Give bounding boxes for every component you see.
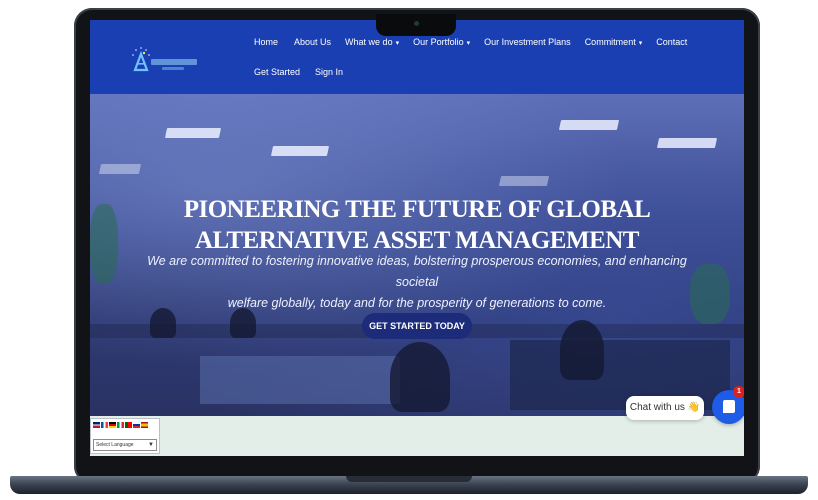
chat-unread-badge: 1 [733,386,744,398]
get-started-today-button[interactable]: GET STARTED TODAY [362,313,472,339]
flag-fr-icon[interactable] [101,422,108,428]
language-select-value: Select Language [96,442,134,448]
nav-home[interactable]: Home [254,37,278,47]
nav-menu-row-2: Get Started Sign In [254,67,343,77]
laptop-base-lip [346,476,472,482]
ceiling-light [558,120,620,130]
nav-commitment-label: Commitment [584,37,636,47]
nav-home-label: Home [254,37,279,47]
chevron-down-icon: ▼ [148,442,154,448]
nav-about-label: About Us [294,37,332,47]
nav-investment-label: Our Investment Plans [484,37,571,47]
ceiling-light [270,146,330,156]
language-select[interactable]: Select Language ▼ [93,439,157,451]
flag-list [93,422,148,428]
nav-portfolio-label: Our Portfolio [413,37,464,47]
website-screen: Home About Us What we do ▾ Our Portfolio ▾… [90,20,744,456]
hero-title-line-1: PIONEERING THE FUTURE OF GLOBAL [183,196,651,223]
nav-contact[interactable]: Contact [656,37,687,47]
chat-with-us-bubble[interactable]: Chat with us 👋 [626,396,704,420]
chat-icon [723,400,735,413]
office-person [390,342,450,412]
chevron-down-icon: ▾ [395,40,400,47]
hero-title: PIONEERING THE FUTURE OF GLOBAL ALTERNAT… [90,194,744,256]
hero-section: PIONEERING THE FUTURE OF GLOBAL ALTERNAT… [90,94,744,416]
nav-sign-in[interactable]: Sign In [315,67,343,77]
flag-pt-icon[interactable] [125,422,132,428]
nav-commitment[interactable]: Commitment ▾ [585,37,643,47]
camera-icon [414,21,419,26]
office-desk [200,356,400,404]
ceiling-light [498,176,550,186]
office-person [560,320,604,380]
nav-contact-label: Contact [656,37,688,47]
flag-es-icon[interactable] [141,422,148,428]
nav-get-started[interactable]: Get Started [254,67,300,77]
flag-uk-icon[interactable] [93,422,100,428]
nav-get-started-label: Get Started [254,67,301,77]
nav-about-us[interactable]: About Us [294,37,331,47]
flag-ru-icon[interactable] [133,422,140,428]
language-switcher: Select Language ▼ [90,418,160,454]
brand-logo[interactable] [128,46,200,78]
flag-de-icon[interactable] [109,422,116,428]
nav-investment-plans[interactable]: Our Investment Plans [484,37,571,47]
flag-it-icon[interactable] [117,422,124,428]
chevron-down-icon: ▾ [638,40,643,47]
ceiling-light [98,164,142,174]
chevron-down-icon: ▾ [466,40,471,47]
camera-notch [376,14,456,36]
next-section-strip [90,416,744,456]
hero-subtitle: We are committed to fostering innovative… [130,251,704,314]
hero-subtitle-line-1: We are committed to fostering innovative… [147,254,687,289]
laptop-frame: Home About Us What we do ▾ Our Portfolio ▾… [74,8,760,484]
hero-subtitle-line-2: welfare globally, today and for the pros… [227,296,607,310]
nav-sign-in-label: Sign In [315,67,344,77]
nav-our-portfolio[interactable]: Our Portfolio ▾ [413,37,470,47]
nav-menu: Home About Us What we do ▾ Our Portfolio ▾… [254,37,687,47]
nav-what-we-do-label: What we do [345,37,393,47]
ceiling-light [164,128,222,138]
nav-what-we-do[interactable]: What we do ▾ [345,37,399,47]
ceiling-light [656,138,718,148]
